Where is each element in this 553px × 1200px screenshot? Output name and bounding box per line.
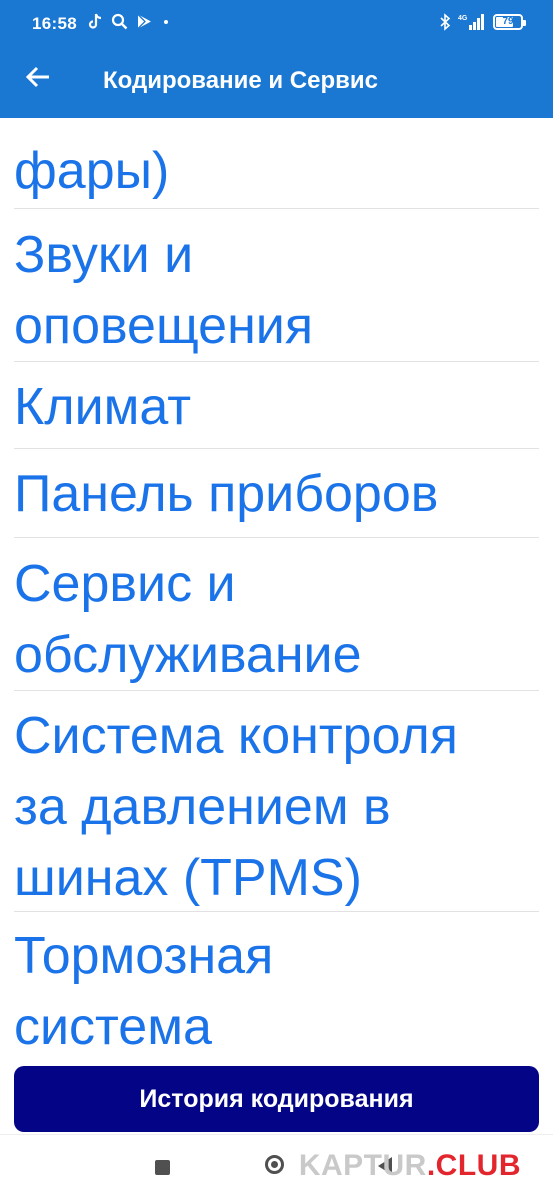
list-item-label: шинах (TPMS): [14, 849, 362, 907]
list-item-label: Сервис и: [14, 555, 236, 613]
system-nav-bar: KAPTUR.CLUB: [0, 1135, 553, 1200]
list-item-label: обслуживание: [14, 626, 362, 684]
list-item-label: оповещения: [14, 297, 313, 355]
category-list: фары) Звуки и оповещения Климат Панель п…: [0, 118, 553, 1058]
dot-icon: [161, 13, 171, 30]
list-item-label: фары): [14, 142, 170, 200]
status-icons-left: [88, 13, 171, 30]
list-item-label: система: [14, 998, 212, 1056]
status-bar: 16:58 4G 79: [0, 0, 553, 50]
home-circle-icon[interactable]: [265, 1155, 284, 1174]
watermark-main: KAPTUR: [298, 1149, 427, 1182]
list-item-label: Тормозная: [14, 927, 274, 985]
list-divider: [14, 208, 539, 209]
arrow-back-icon: [25, 66, 51, 93]
list-item-label: Звуки и: [14, 226, 194, 284]
list-item-label: за давлением в: [14, 778, 391, 836]
list-divider: [14, 911, 539, 912]
watermark-logo: KAPTUR.CLUB: [299, 1149, 521, 1183]
bluetooth-icon: [439, 13, 451, 31]
recents-square-icon[interactable]: [155, 1160, 170, 1175]
tiktok-icon: [88, 13, 103, 30]
back-button[interactable]: [16, 62, 60, 96]
list-item-climate[interactable]: Климат: [14, 372, 539, 443]
list-divider: [14, 361, 539, 362]
list-item-tpms[interactable]: Система контроля за давлением в шинах (T…: [14, 701, 539, 914]
battery-level: 79: [502, 16, 514, 27]
search-icon: [111, 13, 128, 30]
status-time: 16:58: [32, 14, 77, 33]
list-item-label: Климат: [14, 378, 192, 436]
list-item-label: Панель приборов: [14, 465, 439, 523]
list-divider: [14, 537, 539, 538]
status-icons-right: 4G 79: [439, 13, 526, 31]
watermark-accent: .CLUB: [426, 1149, 521, 1182]
battery-icon: 79: [493, 14, 526, 30]
play-store-icon: [136, 13, 153, 30]
list-item-label: Система контроля: [14, 707, 458, 765]
list-item-service[interactable]: Сервис и обслуживание: [14, 549, 539, 691]
list-item-sounds[interactable]: Звуки и оповещения: [14, 220, 539, 362]
list-divider: [14, 448, 539, 449]
list-item-lights[interactable]: фары): [14, 136, 539, 207]
coding-history-button[interactable]: История кодирования: [14, 1066, 539, 1132]
list-item-dashboard[interactable]: Панель приборов: [14, 459, 539, 530]
signal-4g-icon: 4G: [458, 13, 486, 31]
app-bar: Кодирование и Сервис: [0, 50, 553, 118]
page-title: Кодирование и Сервис: [103, 67, 378, 94]
screen: 16:58 4G 79 Кодирование и Сервис фары) З…: [0, 0, 553, 1200]
list-item-brakes[interactable]: Тормозная система: [14, 921, 539, 1058]
list-divider: [14, 690, 539, 691]
network-label: 4G: [458, 15, 468, 22]
